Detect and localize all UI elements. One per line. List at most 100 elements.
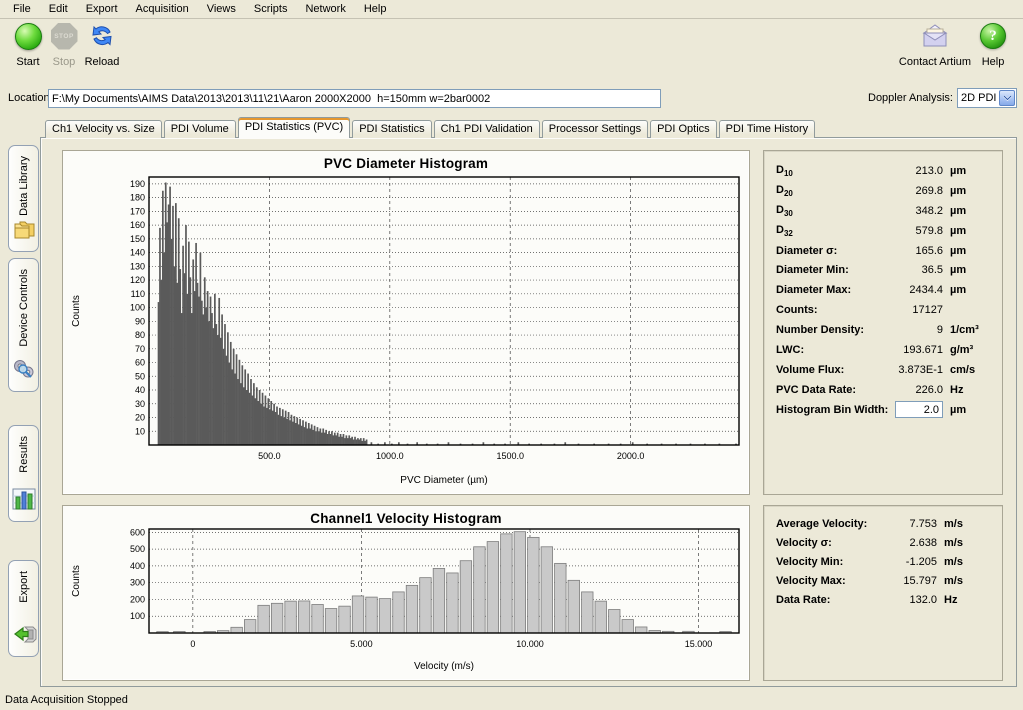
svg-text:500: 500 [130,544,145,554]
chevron-down-icon[interactable] [999,90,1015,106]
stat-row-data-rate: Data Rate:132.0Hz [776,590,990,609]
results-chart-icon [12,488,36,513]
reload-icon [74,20,130,52]
stat-row-velocity: Velocity σ:2.638m/s [776,533,990,552]
stat-unit: µm [950,165,990,177]
svg-text:Counts: Counts [71,565,82,597]
y-axis-title: Counts [71,295,82,327]
stat-value: 579.8 [883,225,943,237]
tab-ch1-pdi-validation[interactable]: Ch1 PDI Validation [434,120,540,138]
status-text: Data Acquisition Stopped [5,694,128,706]
stat-label: LWC: [776,344,883,356]
doppler-analysis-select[interactable]: 2D PDI [957,88,1017,108]
menu-item-edit[interactable]: Edit [40,1,77,17]
svg-text:120: 120 [130,275,145,285]
y-axis-title: Counts [71,565,82,597]
stat-row-velocity-max: Velocity Max:15.797m/s [776,571,990,590]
x-axis-title: Velocity (m/s) [414,661,474,672]
tab-processor-settings[interactable]: Processor Settings [542,120,648,138]
location-input[interactable] [48,89,661,108]
stat-unit: µm [950,205,990,217]
reload-button[interactable]: Reload [74,20,130,68]
svg-text:600: 600 [130,527,145,537]
menu-item-views[interactable]: Views [198,1,245,17]
menu-item-help[interactable]: Help [355,1,396,17]
toolbar: Start STOP Stop Reload [0,20,1023,84]
svg-text:150: 150 [130,234,145,244]
svg-text:500.0: 500.0 [258,451,281,461]
sidebar-item-data-library[interactable]: Data Library [8,145,39,252]
sidebar-item-label: Export [18,571,30,603]
help-button[interactable]: ? Help [965,20,1021,68]
histogram-bars [158,182,737,445]
location-row: Location: Doppler Analysis: 2D PDI [0,88,1023,110]
stat-value: 36.5 [883,264,943,276]
stat-value: 7.753 [885,518,937,530]
histogram-bin-width-input[interactable] [895,401,943,418]
contact-artium-button[interactable]: Contact Artium [898,20,972,68]
tab-pdi-optics[interactable]: PDI Optics [650,120,717,138]
sidebar-item-export[interactable]: Export [8,560,39,657]
svg-text:160: 160 [130,220,145,230]
stat-value: 15.797 [885,575,937,587]
help-icon: ? [980,23,1006,49]
stat-label: Diameter Max: [776,284,883,296]
sidebar-item-device-controls[interactable]: Device Controls [8,258,39,392]
stat-row-diameter-min: Diameter Min:36.5µm [776,260,990,280]
velocity-histogram-chart: 10020030040050060005.00010.00015.000Velo… [63,506,751,682]
menu-item-acquisition[interactable]: Acquisition [127,1,198,17]
stat-unit: m/s [944,518,990,530]
stat-value: 3.873E-1 [883,364,943,376]
menu-item-export[interactable]: Export [77,1,127,17]
sidebar-item-label: Results [18,436,30,473]
vertical-gridlines [269,177,630,445]
svg-text:60: 60 [135,358,145,368]
pvc-chart-title: PVC Diameter Histogram [63,156,749,171]
stat-value: 269.8 [883,185,943,197]
svg-text:90: 90 [135,316,145,326]
stat-value: 226.0 [883,384,943,396]
svg-text:50: 50 [135,371,145,381]
device-gears-icon [12,358,36,383]
stat-value: 165.6 [883,245,943,257]
stat-row-velocity-min: Velocity Min:-1.205m/s [776,552,990,571]
stat-label: Data Rate: [776,594,885,606]
app-window: FileEditExportAcquisitionViewsScriptsNet… [0,0,1023,710]
svg-text:70: 70 [135,344,145,354]
velocity-histogram-panel: Channel1 Velocity Histogram 100200300400… [62,505,750,681]
tab-pdi-time-history[interactable]: PDI Time History [719,120,816,138]
svg-text:2000.0: 2000.0 [617,451,645,461]
mail-icon [898,20,972,52]
stat-label: Velocity σ: [776,537,885,549]
stat-label: D32 [776,224,883,238]
tab-ch1-velocity-vs-size[interactable]: Ch1 Velocity vs. Size [45,120,162,138]
menu-item-file[interactable]: File [4,1,40,17]
svg-text:5.000: 5.000 [350,639,373,649]
velocity-statistics-panel: Average Velocity:7.753m/sVelocity σ:2.63… [763,505,1003,681]
stat-row-number-density: Number Density:91/cm³ [776,320,990,340]
stat-unit: Hz [950,384,990,396]
doppler-analysis-label: Doppler Analysis: [868,92,953,104]
svg-text:1500.0: 1500.0 [496,451,524,461]
pvc-diameter-histogram-chart: 1020304050607080901001101201301401501601… [63,151,751,496]
stat-unit: µm [950,404,990,416]
location-label: Location: [8,92,53,104]
stat-label: Diameter σ: [776,245,883,257]
stat-value: 2434.4 [883,284,943,296]
stat-value: 2.638 [885,537,937,549]
svg-text:30: 30 [135,399,145,409]
menu-item-network[interactable]: Network [296,1,354,17]
x-axis-title: PVC Diameter (µm) [400,475,487,486]
svg-text:40: 40 [135,385,145,395]
tab-pdi-statistics-pvc[interactable]: PDI Statistics (PVC) [238,117,350,138]
sidebar-item-results[interactable]: Results [8,425,39,522]
tab-pdi-volume[interactable]: PDI Volume [164,120,236,138]
svg-text:200: 200 [130,594,145,604]
tab-pdi-statistics[interactable]: PDI Statistics [352,120,431,138]
svg-text:180: 180 [130,193,145,203]
svg-text:170: 170 [130,206,145,216]
stat-unit: µm [950,245,990,257]
stat-row-average-velocity: Average Velocity:7.753m/s [776,514,990,533]
menu-item-scripts[interactable]: Scripts [245,1,297,17]
stat-value: 17127 [883,304,943,316]
